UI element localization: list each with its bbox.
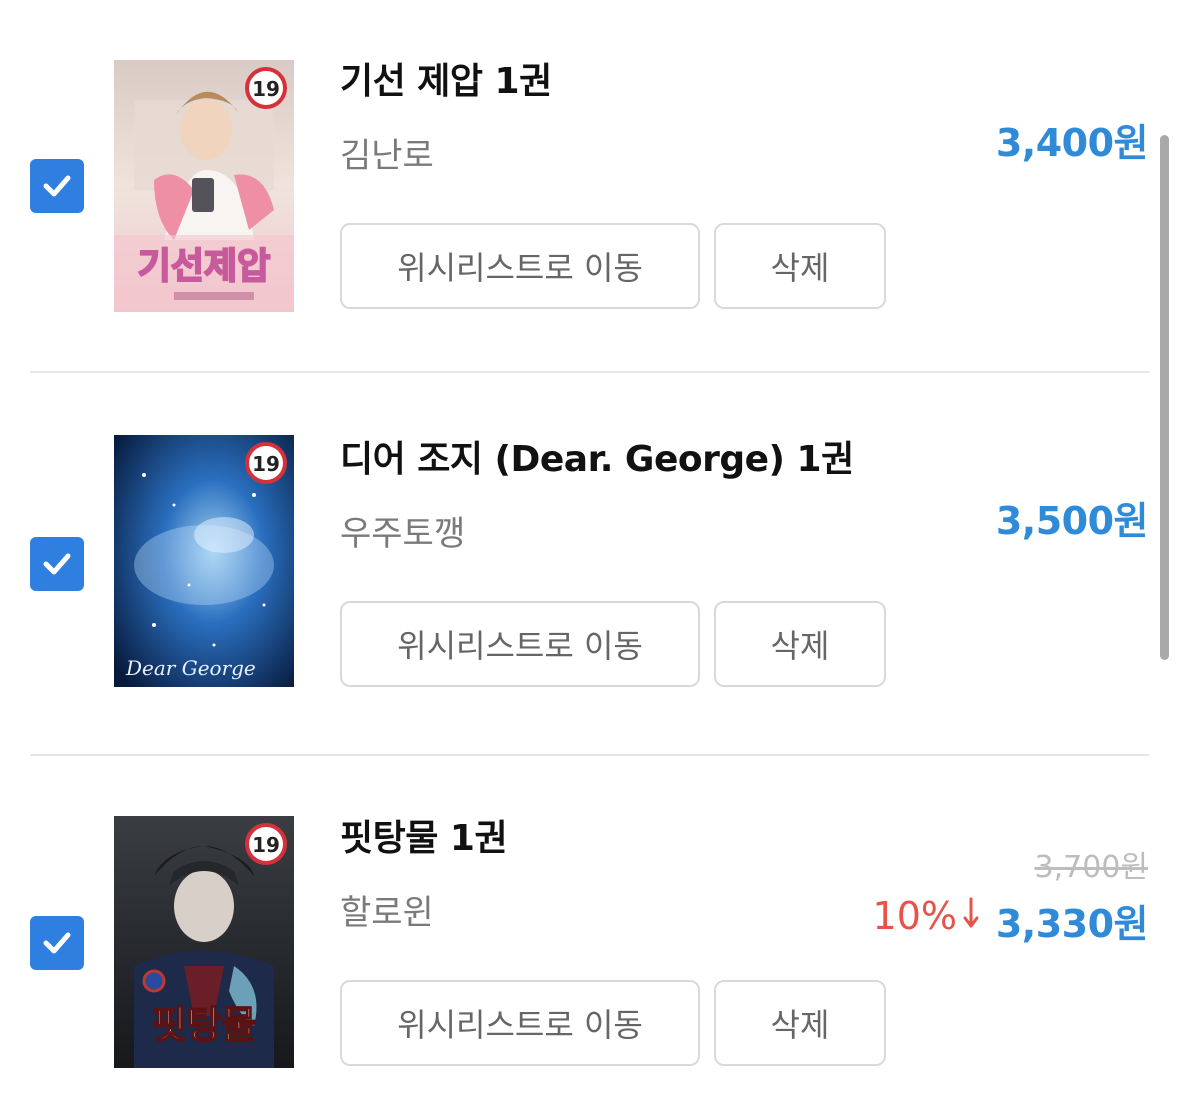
item-checkbox[interactable] [30,537,84,591]
original-price: 3,700원 [1034,850,1148,885]
move-to-wishlist-button[interactable]: 위시리스트로 이동 [340,980,700,1066]
book-title[interactable]: 디어 조지 (Dear. George) 1권 [340,430,854,482]
move-to-wishlist-button[interactable]: 위시리스트로 이동 [340,223,700,309]
check-icon [43,175,71,197]
item-checkbox[interactable] [30,159,84,213]
check-icon [43,553,71,575]
age-19-badge: 19 [245,442,287,484]
book-price: 3,400원 [995,121,1149,165]
arrow-down-icon [963,894,979,938]
cover-logo: Dear George [125,656,256,680]
book-author: 우주토깽 [340,514,466,554]
divider [30,754,1149,756]
book-cover[interactable]: 19 기선제압 [114,60,294,312]
book-price: 3,330원 [995,902,1149,946]
svg-text:19: 19 [252,452,280,476]
cover-logo: 기선제압 [138,246,270,287]
book-author: 김난로 [340,136,434,176]
move-to-wishlist-button[interactable]: 위시리스트로 이동 [340,601,700,687]
cart-list: 19 기선제압 기선 제압 1권 김난로 3,400원 위시리스트로 이동 삭제 [0,0,1179,1116]
item-checkbox[interactable] [30,916,84,970]
age-19-badge: 19 [245,67,287,109]
book-author: 할로윈 [340,893,434,933]
book-title[interactable]: 기선 제압 1권 [340,52,552,104]
divider [30,371,1149,373]
scrollbar[interactable] [1160,135,1169,660]
svg-text:19: 19 [252,77,280,101]
book-cover[interactable]: 19 Dear George [114,435,294,687]
delete-button[interactable]: 삭제 [714,223,886,309]
book-cover[interactable]: 19 핏탕물 [114,816,294,1068]
book-price: 3,500원 [995,499,1149,543]
discount-rate: 10% [873,894,979,938]
cover-logo: 핏탕물 [152,1002,257,1047]
delete-button[interactable]: 삭제 [714,980,886,1066]
book-title[interactable]: 핏탕물 1권 [340,809,508,861]
age-19-badge: 19 [245,823,287,865]
svg-text:19: 19 [252,833,280,857]
delete-button[interactable]: 삭제 [714,601,886,687]
discount-percent: 10% [872,894,957,938]
check-icon [43,932,71,954]
